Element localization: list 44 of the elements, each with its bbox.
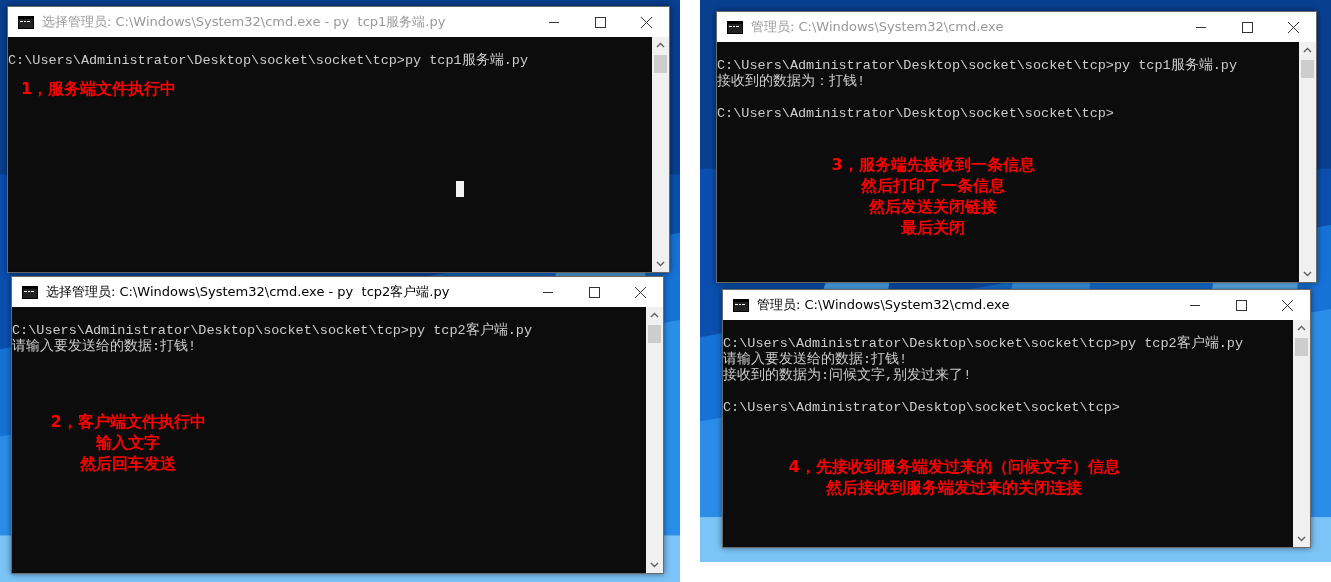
annotation-text: 然后打印了一条信息	[861, 175, 1005, 196]
window-title: 选择管理员: C:\Windows\System32\cmd.exe - py tcp1服务端.py	[42, 13, 447, 31]
console-line: 请输入要发送给的数据:打钱!	[12, 339, 197, 355]
scroll-thumb[interactable]	[1295, 338, 1308, 356]
maximize-icon	[588, 286, 600, 298]
scrollbar[interactable]	[646, 307, 663, 573]
annotation-text: 最后关闭	[901, 217, 965, 238]
scrollbar[interactable]	[652, 37, 669, 272]
window-title: 管理员: C:\Windows\System32\cmd.exe	[751, 18, 1005, 36]
annotation-text: 然后接收到服务端发过来的关闭连接	[826, 477, 1082, 498]
maximize-icon	[1241, 21, 1253, 33]
close-icon	[1281, 299, 1293, 311]
annotation-text: 然后回车发送	[80, 453, 176, 474]
maximize-icon	[594, 16, 606, 28]
annotation-text: 3，服务端先接收到一条信息	[831, 154, 1035, 175]
console-line: C:\Users\Administrator\Desktop\socket\socket\tcp>py tcp1服务端.py	[8, 53, 528, 69]
console-line: C:\Users\Administrator\Desktop\socket\socket\tcp>py tcp2客户端.py	[723, 336, 1243, 351]
console-line: C:\Users\Administrator\Desktop\socket\socket\tcp>py tcp2客户端.py	[12, 323, 532, 338]
maximize-icon	[1235, 299, 1247, 311]
console-line: C:\Users\Administrator\Desktop\socket\socket\tcp>	[717, 106, 1114, 122]
console-line: C:\Users\Administrator\Desktop\socket\socket\tcp>	[723, 400, 1120, 416]
annotation-text: 2，客户端文件执行中	[50, 411, 206, 432]
scrollbar[interactable]	[1293, 320, 1310, 547]
window-title: 管理员: C:\Windows\System32\cmd.exe	[757, 296, 1011, 314]
scroll-thumb[interactable]	[1301, 60, 1314, 78]
annotation-text: 然后发送关闭链接	[869, 196, 997, 217]
annotation-text: 1，服务端文件执行中	[21, 78, 177, 99]
scrollbar[interactable]	[1299, 42, 1316, 282]
terminal-icon	[22, 285, 38, 299]
close-icon	[634, 286, 646, 298]
close-icon	[640, 16, 652, 28]
console-line: 接收到的数据为:问候文字,别发过来了!	[723, 368, 972, 384]
console-line: 请输入要发送给的数据:打钱!	[723, 352, 908, 367]
console-line: C:\Users\Administrator\Desktop\socket\socket\tcp>py tcp1服务端.py	[717, 58, 1237, 73]
scroll-thumb[interactable]	[648, 325, 661, 343]
console-line: 接收到的数据为：打钱!	[717, 74, 866, 90]
terminal-icon	[18, 15, 34, 29]
annotation-text: 4，先接收到服务端发过来的（问候文字）信息	[788, 456, 1120, 477]
window-title: 选择管理员: C:\Windows\System32\cmd.exe - py tcp2客户端.py	[46, 283, 451, 301]
scroll-thumb[interactable]	[654, 55, 667, 73]
close-icon	[1287, 21, 1299, 33]
terminal-icon	[727, 20, 743, 34]
terminal-icon	[733, 298, 749, 312]
annotation-text: 输入文字	[96, 432, 160, 453]
